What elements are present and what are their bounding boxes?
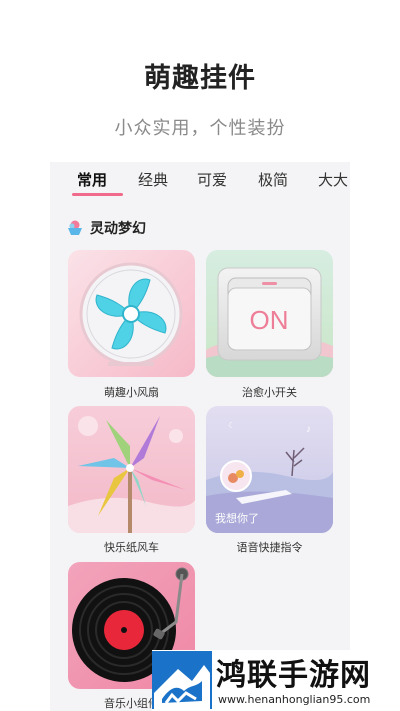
widget-card-fan[interactable] — [68, 250, 195, 377]
switch-icon: ON — [206, 250, 333, 377]
app-preview: 常用 经典 可爱 极简 大大 灵动梦幻 萌趣小风扇 ON 治愈小开关 快乐纸风车… — [50, 162, 350, 711]
watermark-url: www.henanhonglian95.com — [218, 693, 371, 706]
voice-scene-icon: ♪ ☾ 我想你了 — [206, 406, 333, 533]
switch-on-text: ON — [250, 305, 289, 335]
tab-large[interactable]: 大大 — [318, 169, 348, 190]
svg-text:☾: ☾ — [228, 421, 235, 430]
watermark-title: 鸿联手游网 — [216, 658, 371, 693]
widget-card-voice[interactable]: ♪ ☾ 我想你了 — [206, 406, 333, 533]
widget-label-pinwheel: 快乐纸风车 — [104, 541, 159, 554]
widget-card-switch[interactable]: ON — [206, 250, 333, 377]
tab-common[interactable]: 常用 — [77, 169, 107, 190]
widget-label-fan: 萌趣小风扇 — [104, 386, 159, 399]
active-tab-indicator — [72, 193, 123, 196]
tab-minimal[interactable]: 极简 — [258, 169, 288, 190]
widget-card-pinwheel[interactable] — [68, 406, 195, 533]
section-header: 灵动梦幻 — [66, 218, 146, 238]
voice-overlay-text: 我想你了 — [215, 511, 259, 525]
svg-text:♪: ♪ — [306, 424, 311, 435]
tab-classic[interactable]: 经典 — [138, 169, 168, 190]
pinwheel-icon — [68, 406, 195, 533]
fan-icon — [68, 250, 195, 377]
widget-label-voice: 语音快捷指令 — [236, 541, 303, 554]
page-subtitle: 小众实用，个性装扮 — [114, 118, 286, 139]
page-title: 萌趣挂件 — [144, 63, 256, 94]
tab-cute[interactable]: 可爱 — [197, 169, 227, 190]
site-watermark: 鸿联手游网 www.henanhonglian95.com — [152, 650, 400, 711]
widget-label-switch: 治愈小开关 — [242, 386, 297, 399]
ice-cream-icon — [68, 220, 82, 235]
horse-logo-icon — [152, 651, 212, 709]
category-tabs: 常用 经典 可爱 极简 大大 — [50, 162, 350, 198]
section-title: 灵动梦幻 — [90, 221, 146, 237]
